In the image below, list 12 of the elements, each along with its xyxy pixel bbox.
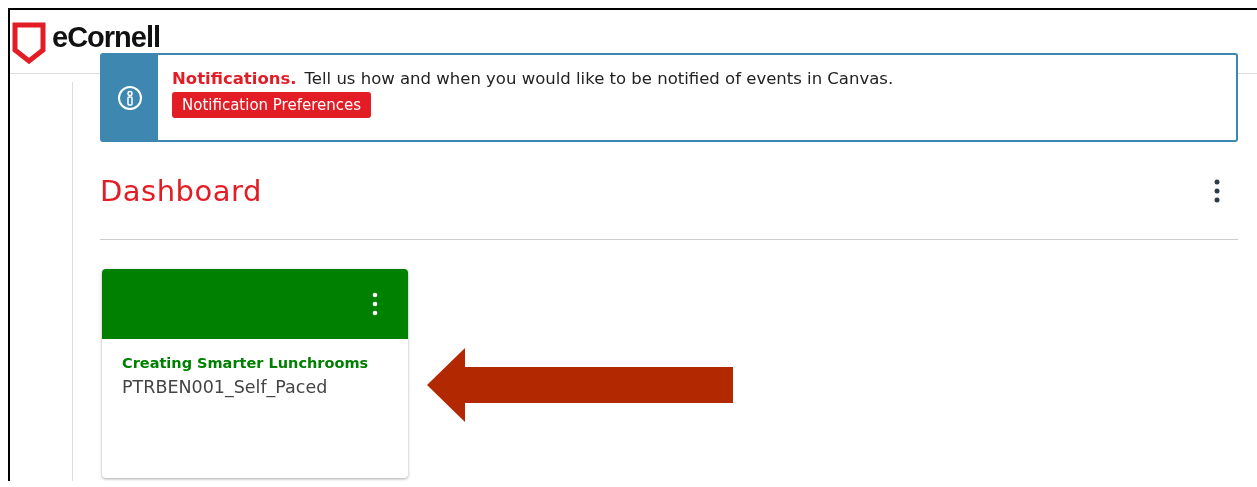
notification-title: Notifications. (172, 69, 297, 88)
shield-logo-icon (12, 22, 46, 64)
notification-preferences-button[interactable]: Notification Preferences (172, 92, 372, 118)
notification-message: Tell us how and when you would like to be notified of events in Canvas. (304, 69, 894, 88)
course-code: PTRBEN001_Self_Paced (122, 377, 329, 397)
logo-text: eCornell (52, 20, 161, 54)
course-card[interactable]: Creating Smarter Lunchrooms PTRBEN001_Self_Paced (102, 269, 408, 478)
more-options-icon[interactable] (372, 292, 378, 316)
info-icon (117, 84, 143, 111)
more-options-icon[interactable] (1214, 178, 1220, 203)
page-title: Dashboard (100, 173, 262, 208)
course-title[interactable]: Creating Smarter Lunchrooms (122, 355, 388, 371)
